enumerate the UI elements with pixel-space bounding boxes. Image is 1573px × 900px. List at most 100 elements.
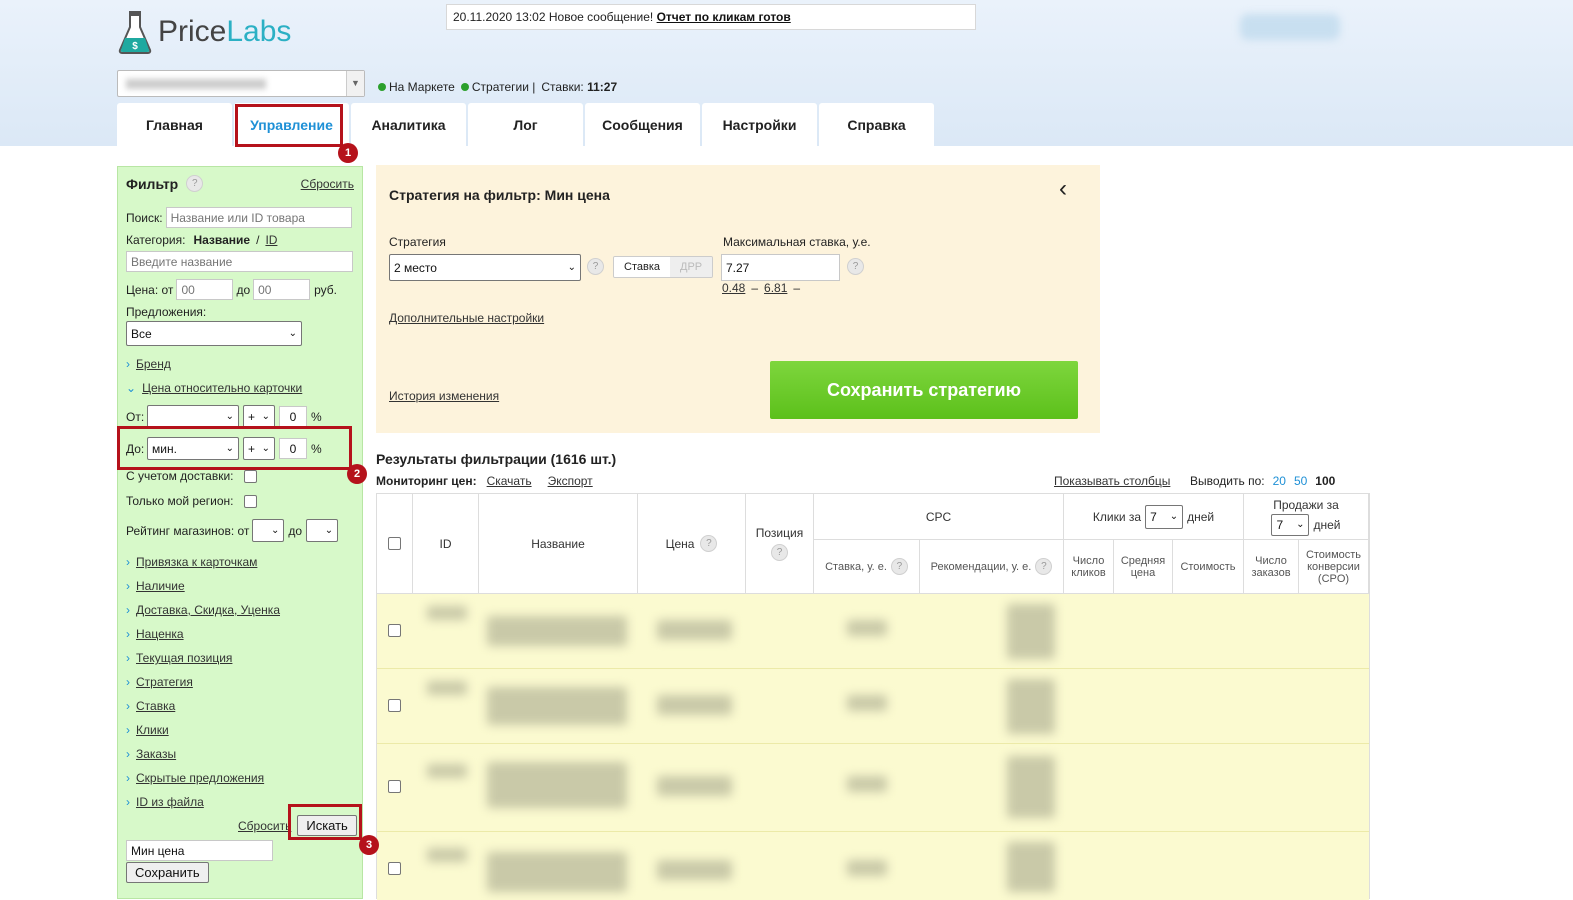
- account-select[interactable]: ▼: [117, 70, 365, 97]
- tab-log[interactable]: Лог: [468, 103, 583, 146]
- col-cpo[interactable]: Стоимость конверсии (CPO): [1299, 540, 1369, 594]
- clicks-days-select[interactable]: 7 ⌄: [1145, 504, 1184, 529]
- filter-item[interactable]: Скрытые предложения: [136, 771, 264, 785]
- toggle-drr[interactable]: ДРР: [670, 257, 713, 277]
- filter-reset-link[interactable]: Сбросить: [301, 177, 354, 191]
- rating-from-select[interactable]: ⌄: [252, 519, 285, 542]
- bid-range-max[interactable]: 6.81: [764, 281, 787, 295]
- help-icon[interactable]: ?: [771, 544, 788, 561]
- filter-brand[interactable]: Бренд: [136, 357, 171, 371]
- history-link[interactable]: История изменения: [389, 389, 499, 403]
- help-icon[interactable]: ?: [587, 258, 604, 275]
- row-checkbox[interactable]: [388, 699, 401, 712]
- rating-to-select[interactable]: ⌄: [306, 519, 339, 542]
- help-icon[interactable]: ?: [700, 535, 718, 552]
- help-icon[interactable]: ?: [890, 558, 908, 575]
- tab-settings[interactable]: Настройки: [702, 103, 817, 146]
- collapse-chevron-icon[interactable]: ‹: [1059, 175, 1067, 203]
- filter-item[interactable]: ID из файла: [136, 795, 204, 809]
- price-from-input[interactable]: [176, 279, 234, 300]
- col-name[interactable]: Название: [479, 494, 638, 594]
- table-row[interactable]: [377, 832, 1369, 900]
- select-all-checkbox[interactable]: [388, 537, 401, 550]
- filter-reset-bottom[interactable]: Сбросить: [238, 819, 291, 833]
- max-bid-input[interactable]: [721, 254, 840, 281]
- range-dash: –: [751, 281, 759, 295]
- flask-icon: $: [118, 11, 152, 54]
- from-value-input[interactable]: [279, 406, 307, 427]
- row-checkbox[interactable]: [388, 624, 401, 637]
- col-num-clicks[interactable]: Число кликов: [1064, 540, 1114, 594]
- logo[interactable]: $ PriceLabs: [118, 10, 291, 54]
- col-num-orders[interactable]: Число заказов: [1244, 540, 1299, 594]
- strategy-title: Стратегия на фильтр: Мин цена: [389, 187, 610, 203]
- bid-range-min[interactable]: 0.48: [722, 281, 745, 295]
- chevron-down-icon: ⌄: [126, 381, 137, 395]
- sales-days-select[interactable]: 7 ⌄: [1271, 513, 1310, 536]
- status-dot-icon: [378, 83, 386, 91]
- advanced-settings-link[interactable]: Дополнительные настройки: [389, 311, 544, 325]
- filter-item[interactable]: Ставка: [136, 699, 175, 713]
- save-strategy-button[interactable]: Сохранить стратегию: [770, 361, 1078, 419]
- table-row[interactable]: [377, 669, 1369, 743]
- col-bid[interactable]: Ставка, у. е.?: [814, 540, 920, 594]
- download-link[interactable]: Скачать: [487, 474, 532, 488]
- price-to-input[interactable]: [253, 279, 311, 300]
- col-avg-price[interactable]: Средняя цена: [1114, 540, 1173, 594]
- category-label: Категория:: [126, 233, 186, 247]
- category-by-id[interactable]: ID: [265, 233, 277, 247]
- per-page-100[interactable]: 100: [1315, 474, 1335, 488]
- col-recommendations[interactable]: Рекомендации, у. е.?: [920, 540, 1064, 594]
- col-bid-label: Ставка, у. е.: [825, 560, 887, 573]
- from-sign-select[interactable]: + ⌄: [243, 405, 275, 428]
- col-price[interactable]: Цена?: [638, 494, 746, 594]
- filter-item[interactable]: Привязка к карточкам: [136, 555, 257, 569]
- chevron-right-icon: ›: [126, 579, 130, 593]
- from-select[interactable]: ⌄: [147, 405, 239, 428]
- filter-item[interactable]: Клики: [136, 723, 169, 737]
- offers-select[interactable]: Все ⌄: [126, 321, 302, 346]
- search-input[interactable]: [165, 207, 352, 228]
- notice-link[interactable]: Отчет по кликам готов: [657, 10, 791, 24]
- table-row[interactable]: [377, 744, 1369, 830]
- show-columns-link[interactable]: Показывать столбцы: [1054, 474, 1170, 488]
- save-filter-button[interactable]: Сохранить: [126, 862, 209, 883]
- sales-for-label: Продажи за: [1273, 497, 1339, 512]
- filter-item[interactable]: Стратегия: [136, 675, 193, 689]
- per-page: Выводить по: 20 50 100: [1190, 474, 1335, 488]
- save-filter-name-input[interactable]: [126, 840, 273, 861]
- export-link[interactable]: Экспорт: [548, 474, 593, 488]
- region-checkbox[interactable]: [244, 494, 257, 508]
- category-by-name[interactable]: Название: [193, 233, 250, 247]
- help-icon[interactable]: ?: [847, 258, 864, 275]
- toggle-bid[interactable]: Ставка: [614, 257, 670, 277]
- row-checkbox[interactable]: [388, 862, 401, 875]
- filter-item[interactable]: Заказы: [136, 747, 176, 761]
- tab-analytics[interactable]: Аналитика: [351, 103, 466, 146]
- row-checkbox[interactable]: [388, 780, 401, 793]
- tab-messages[interactable]: Сообщения: [585, 103, 700, 146]
- col-cost[interactable]: Стоимость: [1173, 540, 1244, 594]
- per-page-20[interactable]: 20: [1273, 474, 1286, 488]
- per-page-50[interactable]: 50: [1294, 474, 1307, 488]
- tab-home[interactable]: Главная: [117, 103, 232, 146]
- rating-to-label: до: [288, 523, 303, 538]
- chevron-right-icon: ›: [126, 699, 130, 713]
- help-icon[interactable]: ?: [186, 175, 204, 192]
- highlight-box-2: [117, 426, 352, 470]
- category-input[interactable]: [126, 251, 353, 272]
- help-icon[interactable]: ?: [1035, 558, 1053, 575]
- user-menu[interactable]: [1240, 14, 1340, 40]
- filter-item[interactable]: Доставка, Скидка, Уценка: [136, 603, 280, 617]
- strategy-select[interactable]: 2 место ⌄: [389, 254, 581, 281]
- col-cpc: CPC: [814, 494, 1064, 540]
- filter-item[interactable]: Текущая позиция: [136, 651, 232, 665]
- col-id[interactable]: ID: [413, 494, 479, 594]
- col-position[interactable]: Позиция?: [746, 494, 814, 594]
- delivery-checkbox[interactable]: [244, 469, 257, 483]
- filter-rel-price[interactable]: Цена относительно карточки: [142, 381, 302, 395]
- tab-help[interactable]: Справка: [819, 103, 934, 146]
- filter-item[interactable]: Наценка: [136, 627, 184, 641]
- table-row[interactable]: [377, 594, 1369, 668]
- filter-item[interactable]: Наличие: [136, 579, 185, 593]
